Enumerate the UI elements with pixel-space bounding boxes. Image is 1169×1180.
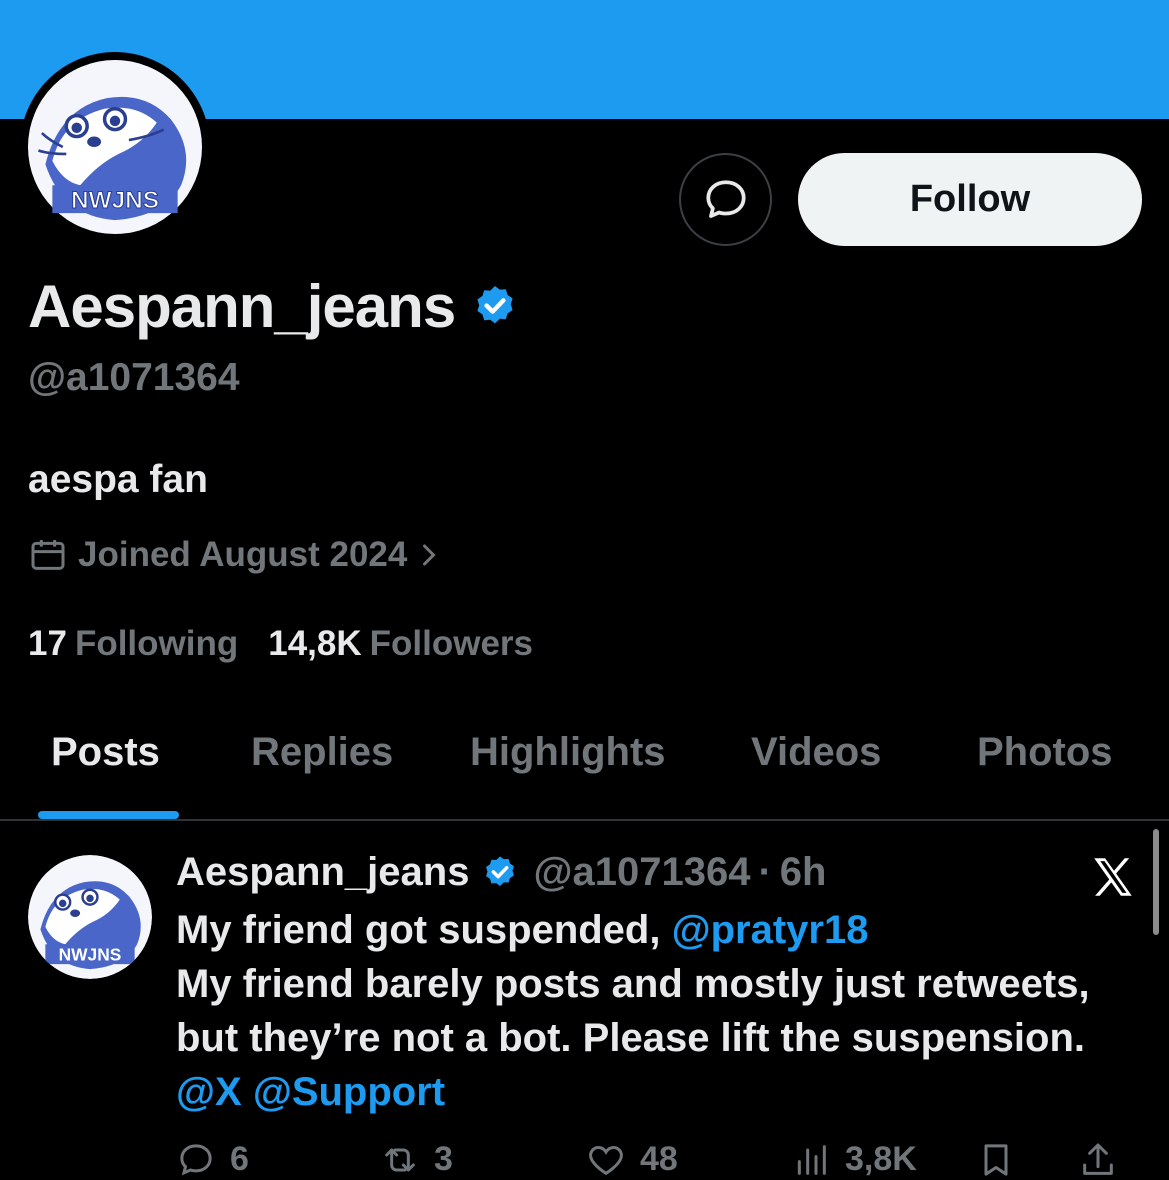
views-button[interactable]: 3,8K <box>791 1140 917 1180</box>
repost-count: 3 <box>434 1140 453 1178</box>
post-actions: 6 3 48 3,8K <box>176 1132 1136 1178</box>
chevron-right-icon <box>423 544 436 566</box>
tabs-divider <box>0 819 1169 821</box>
post-text-part2: My friend barely posts and mostly just r… <box>176 962 1090 1060</box>
following-count: 17 <box>28 624 67 663</box>
bookmark-button[interactable] <box>976 1140 1030 1180</box>
bookmark-icon <box>984 1144 1008 1176</box>
followers-label: Followers <box>369 624 534 663</box>
post-timestamp[interactable]: 6h <box>780 850 827 895</box>
follow-stats: 17 Following 14,8K Followers <box>28 624 533 664</box>
following-link[interactable]: 17 Following <box>28 624 238 664</box>
avatar-text: NWJNS <box>59 944 122 964</box>
profile-bio: aespa fan <box>28 458 208 501</box>
display-name-text: Aespann_jeans <box>28 273 456 340</box>
scrollbar[interactable] <box>1153 829 1159 935</box>
followers-count: 14,8K <box>268 624 362 663</box>
heart-icon <box>589 1145 623 1176</box>
post-text: My friend got suspended, @pratyr18 My fr… <box>176 903 1136 1119</box>
repost-icon <box>385 1148 415 1172</box>
tab-highlights[interactable]: Highlights <box>470 730 666 775</box>
profile-handle: @a1071364 <box>28 356 240 399</box>
share-button[interactable] <box>1078 1140 1132 1180</box>
following-label: Following <box>74 624 239 663</box>
follow-button[interactable]: Follow <box>798 153 1142 246</box>
calendar-icon <box>31 540 65 570</box>
x-logo-icon <box>1094 858 1132 896</box>
post-author-name[interactable]: Aespann_jeans <box>176 850 469 895</box>
views-count: 3,8K <box>845 1140 917 1178</box>
display-name: Aespann_jeans <box>28 272 519 341</box>
message-button[interactable] <box>679 153 772 246</box>
tab-photos[interactable]: Photos <box>977 730 1113 775</box>
mention-link[interactable]: @pratyr18 <box>672 908 869 952</box>
post-author-avatar[interactable]: NWJNS <box>28 855 152 979</box>
post-author-handle[interactable]: @a1071364 <box>533 850 750 895</box>
reply-button[interactable]: 6 <box>176 1140 249 1180</box>
like-button[interactable]: 48 <box>586 1140 678 1180</box>
joined-text: Joined August 2024 <box>78 535 408 574</box>
mention-link[interactable]: @Support <box>253 1070 445 1114</box>
seal-avatar-image: NWJNS <box>28 855 152 979</box>
tab-posts[interactable]: Posts <box>51 730 160 775</box>
avatar-text: NWJNS <box>71 187 159 214</box>
seal-avatar-image: NWJNS <box>28 60 202 234</box>
reply-icon <box>180 1144 212 1176</box>
like-count: 48 <box>640 1140 678 1178</box>
analytics-icon <box>797 1145 826 1175</box>
joined-date[interactable]: Joined August 2024 <box>28 535 443 575</box>
share-icon <box>1083 1143 1113 1175</box>
post-text-part1: My friend got suspended, <box>176 908 672 952</box>
profile-tabs: Posts Replies Highlights Videos Photos <box>0 700 1169 818</box>
followers-link[interactable]: 14,8K Followers <box>268 624 533 664</box>
active-tab-indicator <box>38 811 179 819</box>
reply-count: 6 <box>230 1140 249 1178</box>
message-icon <box>705 179 746 218</box>
verified-badge-icon[interactable] <box>471 283 519 331</box>
tab-videos[interactable]: Videos <box>751 730 881 775</box>
repost-button[interactable]: 3 <box>380 1140 453 1180</box>
separator-dot: · <box>758 850 772 894</box>
tab-replies[interactable]: Replies <box>251 730 393 775</box>
post-header: Aespann_jeans @a1071364 · 6h <box>176 850 826 895</box>
profile-avatar[interactable]: NWJNS <box>20 52 210 242</box>
verified-badge-icon <box>486 855 515 886</box>
mention-link[interactable]: @X <box>176 1070 242 1114</box>
